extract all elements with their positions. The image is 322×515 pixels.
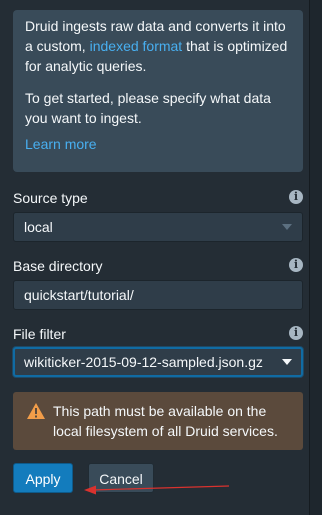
- intro-callout: Druid ingests raw data and converts it i…: [13, 10, 303, 172]
- side-strip: [309, 0, 322, 515]
- file-filter-label-row: File filter i: [13, 324, 303, 344]
- source-type-value: local: [24, 219, 53, 235]
- base-directory-label-row: Base directory i: [13, 256, 303, 276]
- file-filter-label: File filter: [13, 326, 66, 342]
- base-directory-input[interactable]: quickstart/tutorial/: [13, 280, 303, 310]
- ingestion-panel: Druid ingests raw data and converts it i…: [0, 0, 322, 515]
- get-started-text: To get started, please specify what data…: [25, 90, 271, 126]
- source-type-label: Source type: [13, 190, 88, 206]
- info-icon[interactable]: i: [289, 258, 303, 272]
- learn-more-link[interactable]: Learn more: [25, 134, 97, 154]
- source-type-label-row: Source type i: [13, 188, 303, 208]
- path-warning-callout: This path must be available on the local…: [13, 392, 303, 450]
- indexed-format-link[interactable]: indexed format: [90, 38, 183, 54]
- source-type-select[interactable]: local: [13, 212, 303, 242]
- info-icon[interactable]: i: [289, 326, 303, 340]
- warning-icon: [27, 403, 45, 419]
- chevron-down-icon: [282, 359, 292, 365]
- cancel-button[interactable]: Cancel: [88, 463, 154, 493]
- base-directory-label: Base directory: [13, 258, 103, 274]
- base-directory-value: quickstart/tutorial/: [24, 287, 134, 303]
- chevron-down-icon: [282, 224, 292, 230]
- file-filter-value: wikiticker-2015-09-12-sampled.json.gz: [24, 354, 263, 370]
- info-icon[interactable]: i: [289, 190, 303, 204]
- intro-text: Druid ingests raw data and converts it i…: [25, 16, 297, 76]
- file-filter-select[interactable]: wikiticker-2015-09-12-sampled.json.gz: [13, 347, 303, 377]
- apply-button[interactable]: Apply: [13, 463, 73, 493]
- warning-text: This path must be available on the local…: [53, 403, 278, 439]
